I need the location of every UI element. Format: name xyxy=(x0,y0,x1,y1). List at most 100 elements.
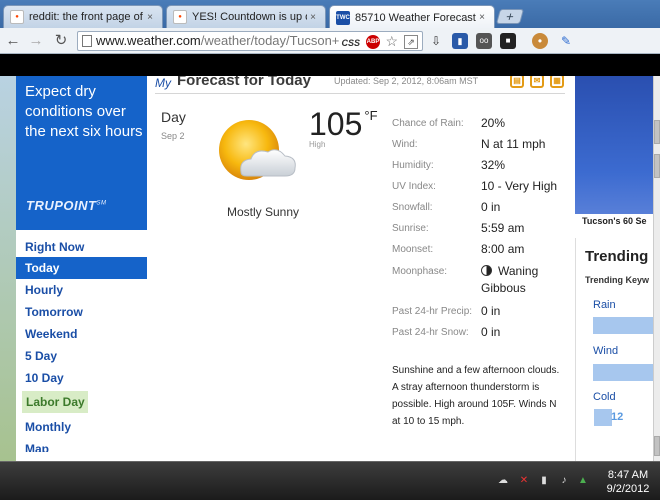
detail-value: 20% xyxy=(481,116,506,130)
share-icon[interactable]: ▦ xyxy=(550,76,564,88)
scrollbar-thumb[interactable] xyxy=(654,154,660,178)
detail-label: UV Index: xyxy=(392,181,436,192)
forecast-narrative: Sunshine and a few afternoon clouds. A s… xyxy=(392,365,560,427)
nav-5-day[interactable]: 5 Day xyxy=(16,345,147,367)
nav-monthly[interactable]: Monthly xyxy=(16,416,147,438)
trupoint-logo: TRUPOINTSM xyxy=(26,198,106,213)
email-icon[interactable]: ✉ xyxy=(530,76,544,88)
trend-bar xyxy=(593,364,653,381)
tab-close-icon[interactable]: × xyxy=(144,12,156,23)
tab-close-icon[interactable]: × xyxy=(307,12,319,23)
promo-text: Expect dry conditions over the next six … xyxy=(25,83,143,140)
trend-bar xyxy=(593,317,653,334)
period-label: Day xyxy=(161,109,186,125)
radar-map-thumbnail[interactable] xyxy=(575,76,660,214)
signal-strength-icon[interactable]: ▮ xyxy=(537,474,551,488)
trupoint-logo-sup: SM xyxy=(96,200,107,207)
forward-arrow-icon[interactable]: → xyxy=(27,33,45,49)
nav-map[interactable]: Map xyxy=(16,438,147,452)
print-icon[interactable]: ▤ xyxy=(510,76,524,88)
detail-value: 0 in xyxy=(481,325,501,339)
tab-weather-forecast[interactable]: TWC 85710 Weather Forecast an × xyxy=(329,5,495,29)
tab-reddit-front-page[interactable]: ● reddit: the front page of th × xyxy=(3,5,163,28)
detail-value: 0 in xyxy=(481,200,501,214)
mostly-sunny-icon xyxy=(219,120,296,180)
temperature: 105 °F xyxy=(309,106,378,143)
clock-date: 9/2/2012 xyxy=(606,483,650,495)
moonphase-value: Waning xyxy=(481,264,538,278)
page-icon xyxy=(82,35,92,47)
bookmark-star-icon[interactable]: ☆ xyxy=(385,32,398,50)
nav-right-now[interactable]: Right Now xyxy=(16,236,147,258)
my-badge: My xyxy=(155,76,171,90)
reddit-alien-icon: ● xyxy=(173,10,187,24)
radar-caption[interactable]: Tucson's 60 Se xyxy=(582,216,647,226)
glasses-extension-icon[interactable]: oo xyxy=(476,33,492,49)
high-label: High xyxy=(309,140,326,149)
nav-today[interactable]: Today xyxy=(16,257,147,279)
nav-tomorrow[interactable]: Tomorrow xyxy=(16,301,147,323)
camera-extension-icon[interactable]: ■ xyxy=(500,33,516,49)
detail-value: 5:59 am xyxy=(481,221,525,235)
network-warning-icon[interactable]: ✕ xyxy=(517,474,531,488)
trend-label[interactable]: Wind xyxy=(593,345,618,357)
temperature-value: 105 xyxy=(309,106,363,142)
clock-time: 8:47 AM xyxy=(607,469,649,481)
detail-label: Sunrise: xyxy=(392,223,429,234)
browser-toolbar: ← → ↻ www.weather.com/weather/today/Tucs… xyxy=(0,28,660,54)
trend-label[interactable]: Rain xyxy=(593,299,616,311)
trend-count: 12 xyxy=(594,409,634,426)
reload-icon[interactable]: ↻ xyxy=(52,33,70,49)
trending-subtitle: Trending Keyw xyxy=(585,275,650,285)
twc-logo-icon: TWC xyxy=(336,10,350,25)
drive-tray-icon[interactable]: ▲ xyxy=(576,474,590,488)
detail-value: 10 - Very High xyxy=(481,179,558,193)
detail-label: Past 24-hr Precip: xyxy=(392,306,473,317)
wrench-menu-icon[interactable]: ✎ xyxy=(558,33,574,49)
detail-label: Wind: xyxy=(392,139,418,150)
adblock-icon[interactable]: ABP xyxy=(366,35,380,49)
share-icon[interactable]: ⇗ xyxy=(404,35,418,49)
tab-title: YES! Countdown is up on E xyxy=(192,11,307,23)
detail-value: 8:00 am xyxy=(481,242,525,256)
detail-label: Humidity: xyxy=(392,160,434,171)
volume-icon[interactable]: ♪ xyxy=(557,474,571,488)
page-scrollbar[interactable] xyxy=(653,76,660,461)
url-host: www.weather.com xyxy=(96,33,201,48)
bookmark-extension-icon[interactable]: ▮ xyxy=(452,33,468,49)
back-arrow-icon[interactable]: ← xyxy=(4,33,22,49)
address-bar[interactable]: www.weather.com/weather/today/Tucson+ CS… xyxy=(77,31,423,51)
trend-label[interactable]: Cold xyxy=(593,391,616,403)
cookie-extension-icon[interactable]: • xyxy=(532,33,548,49)
nav-weekend[interactable]: Weekend xyxy=(16,323,147,345)
trupoint-logo-text: TRUPOINT xyxy=(26,198,97,213)
tab-title: 85710 Weather Forecast an xyxy=(355,11,476,24)
cloud-tray-icon[interactable]: ☁ xyxy=(496,474,510,488)
nav-10-day[interactable]: 10 Day xyxy=(16,367,147,389)
css-extension-badge[interactable]: CSS xyxy=(339,34,362,50)
tab-title: reddit: the front page of th xyxy=(29,11,144,23)
weather-page: Expect dry conditions over the next six … xyxy=(0,76,660,461)
condition-text: Mostly Sunny xyxy=(226,205,300,219)
scrollbar-thumb[interactable] xyxy=(654,120,660,144)
forecast-nav: Right Now Today Hourly Tomorrow Weekend … xyxy=(16,236,147,461)
waning-gibbous-moon-icon xyxy=(481,265,492,276)
trupoint-promo[interactable]: Expect dry conditions over the next six … xyxy=(16,76,147,230)
nav-labor-day[interactable]: Labor Day xyxy=(22,391,88,413)
detail-label: Snowfall: xyxy=(392,202,433,213)
download-extension-icon[interactable]: ⇩ xyxy=(428,33,444,49)
temperature-unit: °F xyxy=(364,108,378,123)
tab-close-icon[interactable]: × xyxy=(476,12,488,23)
forecast-panel: My Forecast for Today Updated: Sep 2, 20… xyxy=(147,76,572,461)
url-path: /weather/today/Tucson+ xyxy=(200,33,340,48)
system-clock[interactable]: 8:47 AM 9/2/2012 xyxy=(599,468,657,496)
tab-countdown[interactable]: ● YES! Countdown is up on E × xyxy=(166,5,326,28)
scrollbar-thumb[interactable] xyxy=(654,436,660,456)
detail-value: N at 11 mph xyxy=(481,137,546,151)
detail-label: Moonphase: xyxy=(392,266,448,277)
detail-label: Chance of Rain: xyxy=(392,118,464,129)
nav-hourly[interactable]: Hourly xyxy=(16,279,147,301)
forecast-title: Forecast for Today xyxy=(177,76,311,89)
new-tab-button[interactable]: + xyxy=(495,9,525,24)
right-sidebar: Tucson's 60 Se Trending Trending Keyw Ra… xyxy=(575,76,660,461)
